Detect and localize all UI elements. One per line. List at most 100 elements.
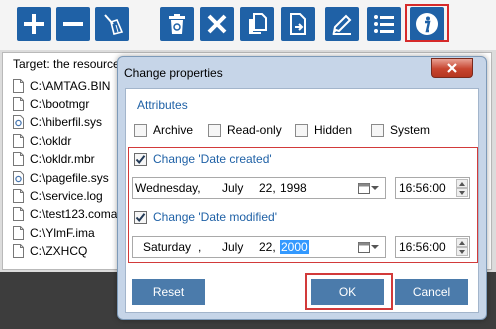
reset-button[interactable]: Reset [132,279,205,305]
date-created-day: 22, [259,181,276,195]
file-name: C:\hiberfil.sys [30,115,103,130]
file-name: C:\AMTAG.BIN [30,78,111,93]
close-icon [447,63,457,73]
archive-label: Archive [153,123,194,137]
system-file-icon [13,115,24,130]
spin-down-button[interactable] [456,247,468,256]
file-name: C:\test123.coma [30,207,118,222]
pencil-icon [332,14,352,36]
checkbox-box[interactable] [371,123,384,137]
date-modified-day: 22, [259,240,276,254]
calendar-icon [358,183,370,194]
change-date-modified-checkbox[interactable]: Change 'Date modified' [134,210,277,224]
move-button[interactable] [281,7,315,41]
minus-icon [63,22,83,26]
cancel-button[interactable] [200,7,234,41]
toolbar [0,0,496,50]
add-button[interactable] [17,7,51,41]
change-properties-dialog: Change properties Attributes Archive Rea… [117,56,487,320]
system-file-icon [13,170,24,185]
delete-button[interactable] [160,7,194,41]
clear-button[interactable] [95,7,129,41]
date-modified-picker[interactable]: Saturday , July 22, 2000 [132,236,386,258]
checkmark-icon [135,154,146,164]
file-name: C:\bootmgr [30,96,90,111]
spin-up-button[interactable] [456,179,468,188]
remove-button[interactable] [56,7,90,41]
date-created-picker[interactable]: Wednesday, July 22, 1998 [132,177,386,199]
plus-icon [24,14,44,34]
copy-button[interactable] [240,7,274,41]
spin-up-button[interactable] [456,238,468,247]
file-list-item[interactable]: C:\ZXHCQ [13,243,87,260]
file-icon [13,78,24,93]
file-list-item[interactable]: C:\bootmgr [13,95,89,112]
read-only-checkbox[interactable]: Read-only [208,123,282,137]
file-name: C:\okldr [30,133,72,148]
change-date-created-label: Change 'Date created' [153,152,272,166]
target-label: Target: the resource [13,57,120,71]
chevron-down-icon [371,186,379,190]
date-created-year: 1998 [280,181,307,195]
hidden-label: Hidden [314,123,353,137]
date-modified-year: 2000 [280,240,309,254]
file-icon [13,152,24,167]
cancel-dialog-button[interactable]: Cancel [395,279,468,305]
file-icon [13,133,24,148]
properties-button-highlight [405,4,449,42]
close-button[interactable] [431,58,473,78]
broom-icon [104,14,124,35]
calendar-dropdown[interactable] [358,240,382,254]
file-icon [13,207,24,222]
calendar-dropdown[interactable] [358,181,382,195]
copy-files-icon [249,13,267,34]
checkbox-box[interactable] [208,123,221,137]
file-arrow-icon [290,13,306,35]
system-checkbox[interactable]: System [371,123,430,137]
file-list-item[interactable]: C:\hiberfil.sys [13,114,102,131]
file-icon [13,225,24,240]
down-arrow-icon [459,249,465,254]
file-name: C:\pagefile.sys [30,170,109,185]
file-icon [13,188,24,203]
attributes-title: Attributes [137,98,188,112]
file-list-item[interactable]: C:\YlmF.ima [13,224,95,241]
file-list-item[interactable]: C:\service.log [13,187,103,204]
date-created-month: July [222,181,244,195]
chevron-down-icon [371,245,379,249]
file-icon [13,96,24,111]
file-name: C:\service.log [30,188,103,203]
ok-button[interactable]: OK [311,279,384,305]
change-date-created-checkbox[interactable]: Change 'Date created' [134,152,272,166]
calendar-icon [358,242,370,253]
rename-button[interactable] [325,7,359,41]
archive-checkbox[interactable]: Archive [134,123,193,137]
time-modified-field[interactable]: 16:56:00 [395,236,470,258]
file-list-item[interactable]: C:\test123.coma [13,206,117,223]
list-icon [374,15,394,33]
list-button[interactable] [367,7,401,41]
time-modified-value: 16:56:00 [399,240,446,254]
file-list-item[interactable]: C:\pagefile.sys [13,169,109,186]
hidden-checkbox[interactable]: Hidden [295,123,352,137]
time-created-value: 16:56:00 [399,181,446,195]
time-created-spinner[interactable] [456,179,468,197]
checkbox-box[interactable] [295,123,308,137]
file-list-item[interactable]: C:\AMTAG.BIN [13,77,110,94]
change-date-modified-label: Change 'Date modified' [153,210,277,224]
time-modified-spinner[interactable] [456,238,468,256]
file-name: C:\ZXHCQ [30,244,88,259]
spin-down-button[interactable] [456,188,468,197]
file-list-item[interactable]: C:\okldr.mbr [13,151,95,168]
file-name: C:\okldr.mbr [30,152,95,167]
date-modified-comma: , [198,240,202,254]
checkbox-box[interactable] [134,152,147,166]
file-name: C:\YlmF.ima [30,225,95,240]
file-list-item[interactable]: C:\okldr [13,132,71,149]
date-modified-month: July [222,240,244,254]
checkbox-box[interactable] [134,123,147,137]
checkbox-box[interactable] [134,210,147,224]
up-arrow-icon [459,181,465,186]
time-created-field[interactable]: 16:56:00 [395,177,470,199]
up-arrow-icon [459,240,465,245]
